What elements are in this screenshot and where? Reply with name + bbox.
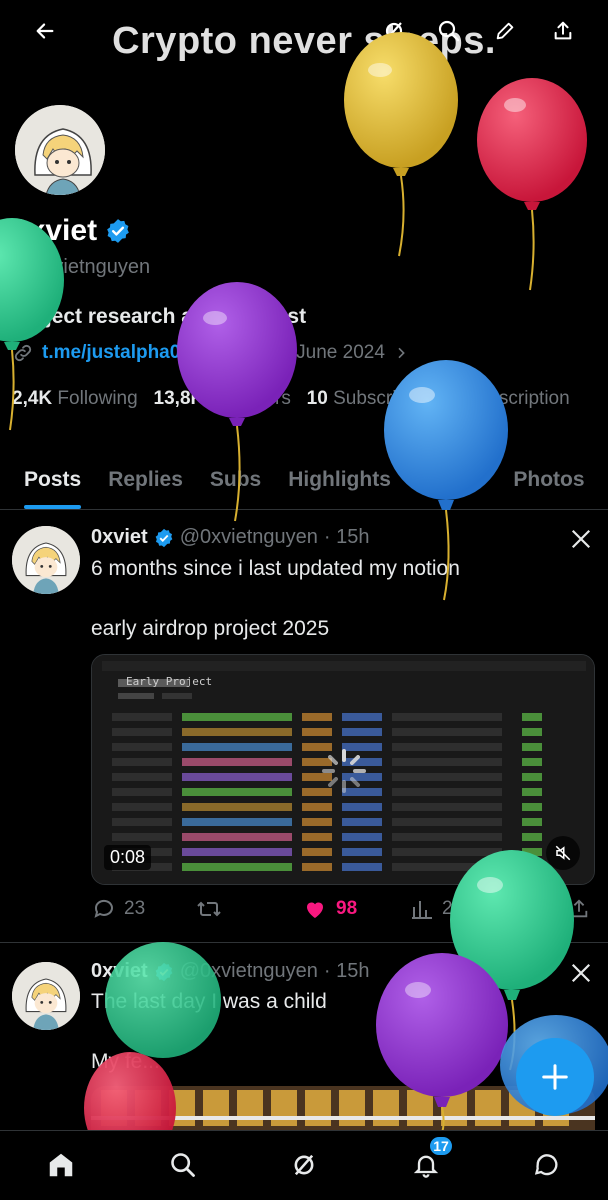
post-time: · 15h (323, 526, 370, 548)
nav-messages[interactable] (527, 1145, 567, 1185)
grok-button[interactable] (377, 14, 411, 48)
balloon-red (477, 78, 587, 291)
share-icon (570, 899, 588, 918)
link-icon (14, 344, 32, 362)
verified-badge-icon (155, 962, 173, 981)
compose-button[interactable] (516, 1038, 594, 1116)
home-icon (49, 1153, 73, 1177)
post-avatar[interactable] (12, 526, 80, 594)
profile-display-name: 0xviet (12, 214, 98, 247)
post-header: 0xviet @0xvietnguyen · 15h (91, 960, 369, 983)
subscribers-stat[interactable]: 10 Subscribers (307, 388, 434, 409)
tab-photos[interactable]: Photos (513, 458, 584, 509)
tab-replies[interactable]: Replies (108, 458, 183, 509)
post-author-name[interactable]: 0xviet (91, 960, 148, 983)
post-text-line: early airdrop project 2025 (91, 617, 330, 640)
following-stat[interactable]: 2,4K Following (12, 388, 138, 409)
x-logo-icon (571, 963, 591, 983)
reply-button[interactable]: 23 (92, 897, 145, 921)
post-text-line: The last day I was a child (91, 990, 327, 1013)
reply-icon (94, 899, 113, 918)
repost-button[interactable] (196, 897, 222, 921)
profile-handle: @0xvietnguyen (12, 256, 151, 278)
notification-badge: 17 (428, 1135, 454, 1157)
message-icon (534, 1154, 558, 1176)
post-video[interactable]: Early Project 0:08 (91, 654, 595, 885)
profile-meta: t.me/justalpha0x Joined June 2024 (12, 342, 409, 364)
x-logo-button[interactable] (564, 956, 598, 990)
chevron-right-icon[interactable] (393, 345, 409, 361)
profile-stats: 2,4K Following 13,8K Followers 10 Subscr… (12, 384, 602, 413)
grok-icon (294, 1154, 314, 1176)
subscription-stat[interactable]: 1 Subscription (449, 388, 569, 409)
nav-home[interactable] (41, 1145, 81, 1185)
profile-bio: project research and shitpost (12, 305, 307, 328)
profile-tabs: Posts Replies Subs Highlights Videos Pho… (0, 458, 608, 510)
like-button[interactable]: 98 (302, 897, 357, 921)
share-icon (554, 21, 572, 40)
verified-badge-icon (107, 219, 129, 243)
loading-spinner-icon (320, 747, 368, 800)
nav-search[interactable] (163, 1145, 203, 1185)
post-time: · 15h (323, 960, 370, 982)
post-author-handle: @0xvietnguyen (179, 526, 318, 548)
edit-icon (496, 22, 514, 40)
tab-posts[interactable]: Posts (24, 458, 82, 509)
post-avatar[interactable] (12, 962, 80, 1030)
post-divider (0, 942, 608, 943)
like-count: 98 (336, 898, 358, 919)
grok-icon (385, 22, 403, 40)
share-post-button[interactable] (568, 897, 590, 921)
search-button[interactable] (432, 14, 466, 48)
profile-avatar[interactable] (12, 102, 108, 198)
bookmark-icon (518, 899, 532, 919)
x-logo-icon (571, 529, 591, 549)
post-author-handle: @0xvietnguyen (179, 960, 318, 982)
profile-joined: Joined June 2024 (234, 342, 385, 363)
search-icon (438, 20, 460, 42)
views-button[interactable]: 2,4K (410, 897, 481, 921)
tab-videos[interactable]: Videos (418, 458, 486, 509)
post-text-line: 6 months since i last updated my notion (91, 557, 460, 580)
search-icon (171, 1153, 195, 1177)
repost-icon (197, 901, 221, 917)
post-text-line: My fe... (91, 1050, 160, 1073)
plus-icon (542, 1064, 568, 1090)
mute-button[interactable] (546, 836, 580, 870)
reply-count: 23 (124, 898, 146, 919)
profile-link[interactable]: t.me/justalpha0x (42, 342, 191, 364)
post-author-name[interactable]: 0xviet (91, 526, 148, 549)
share-button[interactable] (546, 14, 580, 48)
followers-stat[interactable]: 13,8K Followers (154, 388, 291, 409)
nav-grok[interactable] (284, 1145, 324, 1185)
edit-button[interactable] (488, 14, 522, 48)
bottom-navigation: 17 (0, 1130, 608, 1200)
tab-subs[interactable]: Subs (210, 458, 261, 509)
heart-icon (307, 902, 323, 918)
views-icon (412, 901, 432, 919)
views-count: 2,4K (442, 898, 482, 919)
x-logo-button[interactable] (564, 522, 598, 556)
tab-highlights[interactable]: Highlights (288, 458, 391, 509)
media-title: Early Project (126, 675, 213, 688)
post-header: 0xviet @0xvietnguyen · 15h (91, 526, 369, 549)
nav-notifications[interactable]: 17 (406, 1135, 454, 1185)
verified-badge-icon (155, 528, 173, 547)
mute-icon (555, 845, 571, 861)
profile-name-row: 0xviet (12, 214, 131, 248)
calendar-icon (208, 345, 226, 362)
video-duration: 0:08 (104, 845, 152, 870)
balloon-yellow (344, 32, 458, 257)
bookmark-button[interactable] (514, 897, 536, 921)
